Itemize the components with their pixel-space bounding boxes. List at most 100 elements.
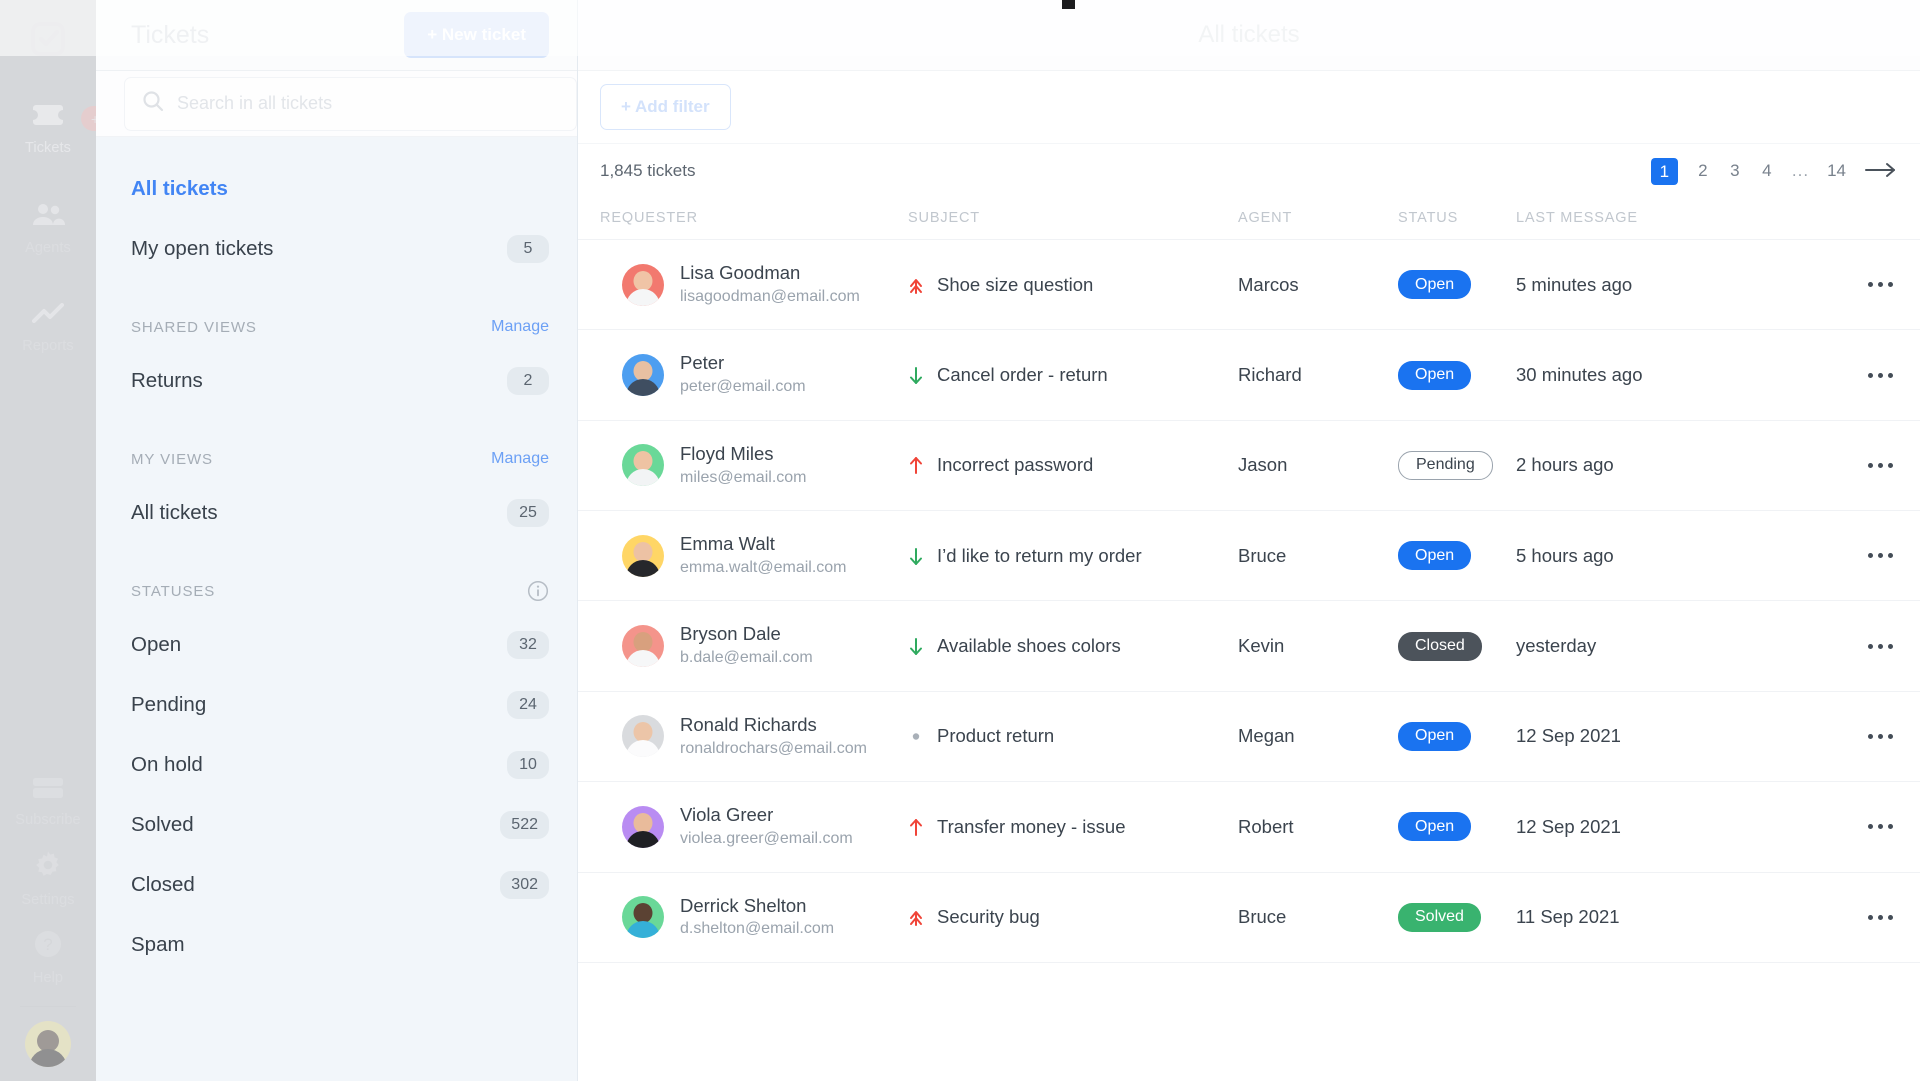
sidebar-item-count: 32 [507, 631, 549, 659]
avatar-body [626, 288, 660, 306]
cell-agent: Robert [1238, 781, 1398, 873]
table-row[interactable]: Bryson Dale b.dale@email.com Available sho… [578, 600, 1920, 692]
avatar-body [626, 921, 660, 939]
rail-item-settings[interactable]: Settings [0, 838, 96, 918]
status-badge[interactable]: Open [1398, 721, 1472, 751]
table-row[interactable]: Derrick Shelton d.shelton@email.com Securi… [578, 872, 1920, 963]
status-badge[interactable]: Open [1398, 812, 1472, 842]
priority-normal-icon [908, 726, 924, 746]
pagination-page-2[interactable]: 2 [1696, 158, 1710, 184]
sidebar-status-item-on-hold[interactable]: On hold 10 [96, 735, 577, 795]
pagination-page-1[interactable]: 1 [1650, 157, 1678, 185]
subject-text[interactable]: Available shoes colors [937, 635, 1121, 657]
sidebar-item-my-open-tickets[interactable]: My open tickets 5 [96, 219, 577, 279]
sidebar-item-count: 302 [500, 871, 549, 899]
table-row[interactable]: Viola Greer violea.greer@email.com Transfe… [578, 781, 1920, 873]
requester-name: Viola Greer [680, 804, 774, 826]
rail-label-settings: Settings [21, 892, 75, 908]
avatar-head [633, 903, 653, 924]
rail-item-tickets[interactable]: +5 Tickets [0, 90, 117, 166]
sidebar-item-label: On hold [131, 753, 203, 776]
user-avatar[interactable] [25, 1021, 71, 1067]
cell-status: Open [1398, 329, 1516, 421]
status-badge[interactable]: Open [1398, 360, 1472, 390]
subject-text[interactable]: Product return [937, 725, 1054, 747]
requester-name: Peter [680, 352, 725, 374]
sidebar-status-item-open[interactable]: Open 32 [96, 615, 577, 675]
pagination-page-3[interactable]: 3 [1728, 158, 1742, 184]
cell-status: Open [1398, 239, 1516, 331]
sidebar-item-my-all-tickets[interactable]: All tickets 25 [96, 483, 577, 543]
arrow-right-icon[interactable] [1864, 160, 1898, 182]
new-ticket-button[interactable]: + New ticket [404, 12, 549, 58]
sidebar-item-label: All tickets [131, 501, 218, 524]
cell-status: Pending [1398, 420, 1516, 512]
manage-my-views-link[interactable]: Manage [491, 450, 549, 468]
sidebar-status-item-solved[interactable]: Solved 522 [96, 795, 577, 855]
status-badge[interactable]: Pending [1398, 450, 1493, 480]
manage-shared-views-link[interactable]: Manage [491, 318, 549, 336]
row-more-options-icon[interactable] [1840, 544, 1920, 568]
table-row[interactable]: Emma Walt emma.walt@email.com I’d like to … [578, 510, 1920, 602]
sidebar-item-count: 522 [500, 811, 549, 839]
row-more-options-icon[interactable] [1840, 724, 1920, 748]
cell-subject: Shoe size question [908, 239, 1238, 331]
row-more-options-icon[interactable] [1840, 453, 1920, 477]
row-more-options-icon[interactable] [1840, 363, 1920, 387]
sidebar-item-returns[interactable]: Returns 2 [96, 351, 577, 411]
rail-item-subscribe[interactable]: Subscribe [0, 764, 96, 838]
status-badge[interactable]: Open [1398, 270, 1472, 300]
subject-text[interactable]: Incorrect password [937, 454, 1093, 476]
sidebar-item-label: Closed [131, 873, 195, 896]
checkbox-logo-icon[interactable] [23, 14, 73, 64]
cell-status: Solved [1398, 872, 1516, 963]
sidebar-item-all-tickets[interactable]: All tickets [96, 159, 577, 219]
pagination-ellipsis: ... [1791, 161, 1810, 180]
search-box[interactable] [124, 76, 577, 131]
rail-item-help[interactable]: ? Help [0, 918, 96, 996]
avatar-body [626, 379, 660, 397]
sidebar-status-item-pending[interactable]: Pending 24 [96, 675, 577, 735]
requester-name: Bryson Dale [680, 623, 781, 645]
table-row[interactable]: Ronald Richards ronaldrochars@email.com Pr… [578, 691, 1920, 783]
main-content: All tickets + Add filter 1,845 tickets 1… [578, 0, 1920, 1081]
section-title: MY VIEWS [131, 450, 213, 468]
avatar [622, 805, 664, 848]
sidebar-item-count: 24 [507, 691, 549, 719]
rail-item-reports[interactable]: Reports [0, 290, 96, 364]
table-row[interactable]: Floyd Miles miles@email.com Incorrect pass… [578, 420, 1920, 512]
sidebar-status-item-spam[interactable]: Spam [96, 915, 577, 975]
column-header-subject: SUBJECT [908, 198, 1238, 240]
cell-subject: Security bug [908, 872, 1238, 963]
cell-agent: Megan [1238, 691, 1398, 783]
row-more-options-icon[interactable] [1840, 905, 1920, 929]
status-badge[interactable]: Open [1398, 541, 1472, 571]
cell-requester: Ronald Richards ronaldrochars@email.com [578, 691, 908, 783]
section-title: STATUSES [131, 582, 216, 600]
status-badge[interactable]: Closed [1398, 631, 1482, 661]
subject-text[interactable]: Security bug [937, 906, 1040, 928]
cell-agent: Kevin [1238, 600, 1398, 692]
cell-subject: Product return [908, 691, 1238, 783]
table-row[interactable]: Peter peter@email.com Cancel order - retur… [578, 329, 1920, 421]
add-filter-button[interactable]: + Add filter [600, 84, 731, 130]
subject-text[interactable]: I’d like to return my order [937, 545, 1142, 567]
pagination-page-4[interactable]: 4 [1760, 158, 1774, 184]
avatar-head [633, 632, 653, 653]
rail-item-agents[interactable]: Agents [0, 190, 96, 266]
subject-text[interactable]: Shoe size question [937, 274, 1093, 296]
pagination-page-14[interactable]: 14 [1827, 158, 1846, 184]
row-more-options-icon[interactable] [1840, 634, 1920, 658]
subject-text[interactable]: Transfer money - issue [937, 816, 1126, 838]
subject-text[interactable]: Cancel order - return [937, 364, 1108, 386]
row-more-options-icon[interactable] [1840, 273, 1920, 297]
cell-subject: I’d like to return my order [908, 510, 1238, 602]
row-more-options-icon[interactable] [1840, 815, 1920, 839]
sidebar-status-item-closed[interactable]: Closed 302 [96, 855, 577, 915]
avatar-body [626, 559, 660, 577]
status-badge[interactable]: Solved [1398, 902, 1481, 932]
priority-high-icon [908, 817, 924, 837]
info-circle-icon[interactable] [527, 580, 549, 602]
table-row[interactable]: Lisa Goodman lisagoodman@email.com Shoe si… [578, 239, 1920, 331]
search-input[interactable] [177, 93, 559, 114]
